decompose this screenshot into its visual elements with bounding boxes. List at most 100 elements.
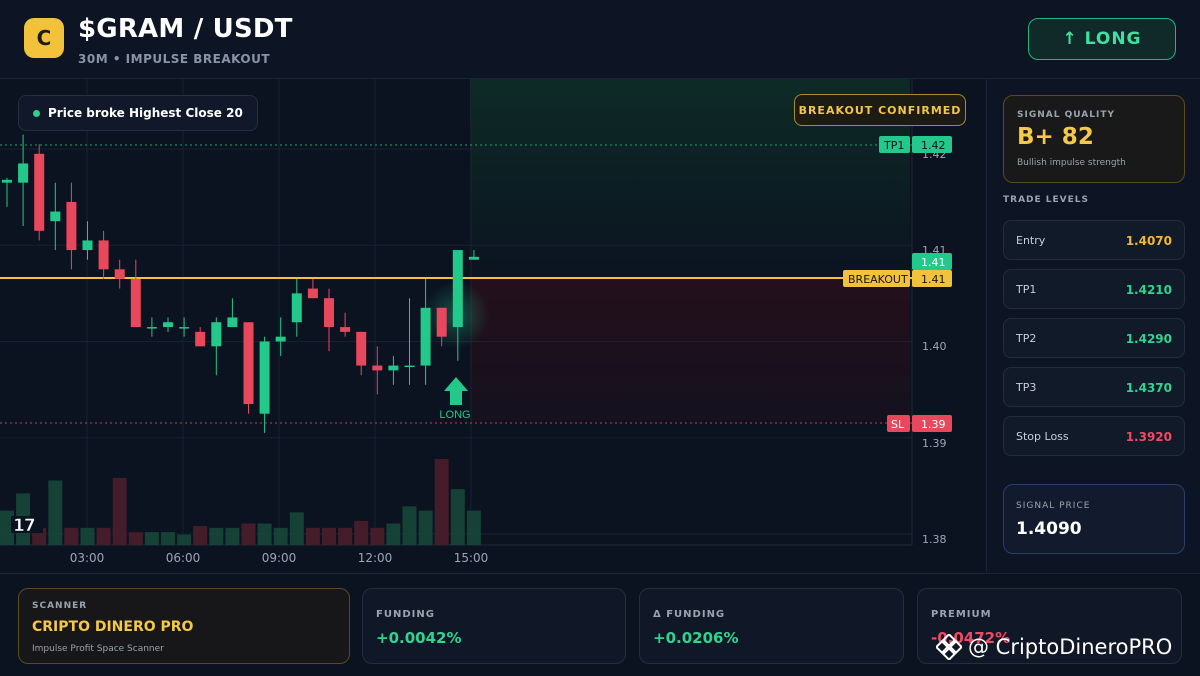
volume-bar <box>386 523 401 545</box>
candle <box>291 278 302 337</box>
signal-quality-desc: Bullish impulse strength <box>1017 158 1126 168</box>
scanner-label: SCANNER <box>32 601 88 611</box>
time-tick: 12:00 <box>358 551 393 565</box>
tp1-tag-label: TP1 <box>883 139 904 152</box>
level-tp3[interactable]: TP3 1.4370 <box>1003 367 1185 407</box>
funding-card: FUNDING +0.0042% <box>362 588 626 664</box>
time-tick: 06:00 <box>166 551 201 565</box>
premium-label: PREMIUM <box>931 609 992 620</box>
level-price: 1.4370 <box>1125 381 1172 395</box>
candle <box>340 312 351 337</box>
price-tick: 1.38 <box>922 533 947 546</box>
trade-levels-title: TRADE LEVELS <box>1003 195 1089 205</box>
sl-tag-label: SL <box>891 418 905 431</box>
signal-sidebar: SIGNAL QUALITY B+ 82 Bullish impulse str… <box>986 79 1200 573</box>
volume-bar <box>450 489 465 545</box>
candle <box>114 259 125 289</box>
candle <box>163 317 173 332</box>
price-tick: 1.39 <box>922 437 947 450</box>
volume-bar <box>370 527 385 545</box>
candle <box>82 221 93 260</box>
candle <box>195 327 206 347</box>
time-tick: 15:00 <box>454 551 489 565</box>
time-tick: 03:00 <box>70 551 105 565</box>
volume-bar <box>225 527 240 545</box>
signal-price-label: SIGNAL PRICE <box>1016 501 1091 511</box>
level-price: 1.3920 <box>1125 430 1172 444</box>
pair-subtitle: 30M • IMPULSE BREAKOUT <box>78 52 271 66</box>
signal-quality-card: SIGNAL QUALITY B+ 82 Bullish impulse str… <box>1003 95 1185 183</box>
volume-bar <box>209 527 224 545</box>
status-dot <box>33 109 40 117</box>
signal-quality-label: SIGNAL QUALITY <box>1017 110 1115 120</box>
breakout-tag-value: 1.41 <box>921 273 946 286</box>
volume-bar <box>128 532 143 545</box>
level-tp1[interactable]: TP1 1.4210 <box>1003 269 1185 309</box>
candle <box>275 317 286 356</box>
pair-title: $GRAM / USDT <box>78 14 293 44</box>
level-price: 1.4210 <box>1125 283 1172 297</box>
candle <box>2 177 12 207</box>
level-stop-loss[interactable]: Stop Loss 1.3920 <box>1003 416 1185 456</box>
volume-bar <box>354 520 369 545</box>
volume-bar <box>177 534 192 545</box>
level-price: 1.4070 <box>1125 234 1172 248</box>
volume-bar <box>193 526 208 545</box>
volume-bar <box>80 527 95 545</box>
volume-bar <box>241 523 256 545</box>
volume-bar <box>112 477 127 545</box>
level-price: 1.4290 <box>1125 332 1172 346</box>
volume-bar <box>257 523 272 545</box>
candle <box>307 278 318 299</box>
long-button[interactable]: ↑ LONG <box>1028 18 1176 60</box>
scanner-name: CRIPTO DINERO PRO <box>32 619 194 635</box>
candle <box>98 230 109 279</box>
volume-bar <box>161 532 175 545</box>
candle <box>179 317 190 337</box>
volume-bar <box>466 510 481 545</box>
app-logo: C <box>24 18 64 58</box>
scanner-card: SCANNER CRIPTO DINERO PRO Impulse Profit… <box>18 588 350 664</box>
volume-bar <box>289 512 304 545</box>
volume-bar <box>402 506 417 545</box>
volume-bar <box>144 532 159 545</box>
level-name: TP1 <box>1016 283 1037 296</box>
delta-funding-card: Δ FUNDING +0.0206% <box>639 588 904 664</box>
price-chart[interactable]: LONG 1.42 1.41 1.40 1.39 1.38 03:00 06:0… <box>0 79 985 573</box>
candle <box>259 336 270 433</box>
footer-stats: SCANNER CRIPTO DINERO PRO Impulse Profit… <box>0 573 1200 676</box>
level-entry[interactable]: Entry 1.4070 <box>1003 220 1185 260</box>
volume-bars <box>0 459 481 545</box>
status-pill: Price broke Highest Close 20 <box>18 95 258 131</box>
level-name: Entry <box>1016 234 1046 247</box>
candle <box>18 134 29 226</box>
volume-bar <box>322 527 336 545</box>
level-tp2[interactable]: TP2 1.4290 <box>1003 318 1185 358</box>
volume-bar <box>64 527 79 545</box>
candle <box>227 298 238 328</box>
top-header: C $GRAM / USDT 30M • IMPULSE BREAKOUT ↑ … <box>0 0 1200 79</box>
chart-canvas: LONG 1.42 1.41 1.40 1.39 1.38 03:00 06:0… <box>0 79 952 565</box>
volume-bar <box>96 527 111 545</box>
funding-label: FUNDING <box>376 609 435 620</box>
risk-zone <box>470 277 910 423</box>
candle <box>50 182 61 251</box>
candle <box>243 322 254 414</box>
svg-text:17: 17 <box>13 516 35 536</box>
volume-bar <box>305 527 320 545</box>
candles <box>2 134 479 433</box>
time-tick: 09:00 <box>262 551 297 565</box>
candle <box>356 331 367 376</box>
scanner-desc: Impulse Profit Space Scanner <box>32 644 164 654</box>
volume-bar <box>338 527 353 545</box>
signal-quality-value: B+ 82 <box>1017 124 1094 150</box>
signal-price-card: SIGNAL PRICE 1.4090 <box>1003 484 1185 554</box>
candle <box>34 144 45 241</box>
delta-funding-value: +0.0206% <box>653 629 739 647</box>
watermark: @ CriptoDineroPRO <box>936 634 1172 660</box>
volume-bar <box>434 459 449 545</box>
tradingview-logo: 17 <box>11 516 43 536</box>
breakout-confirmed-badge: BREAKOUT CONFIRMED <box>794 94 966 126</box>
price-tick: 1.40 <box>922 340 947 353</box>
volume-bar <box>48 480 63 545</box>
